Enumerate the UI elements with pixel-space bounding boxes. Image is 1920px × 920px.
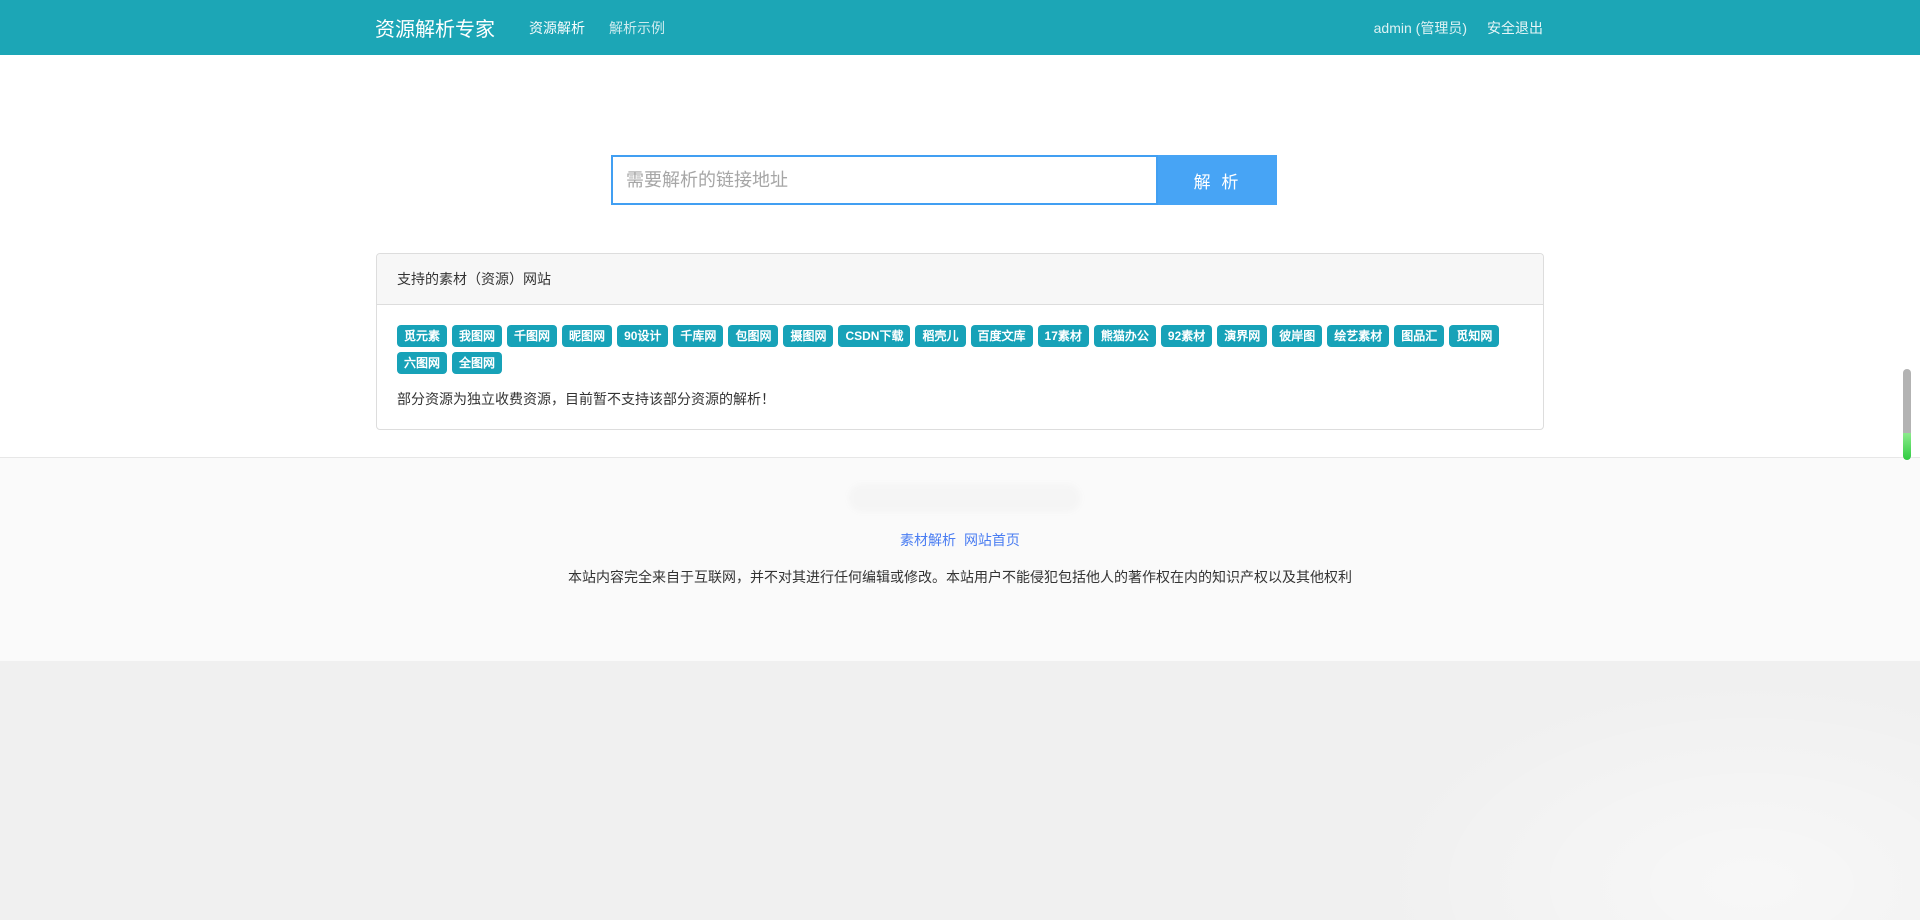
site-badge: 千图网	[507, 325, 557, 347]
logout-link[interactable]: 安全退出	[1477, 12, 1545, 44]
site-badge: 百度文库	[971, 325, 1033, 347]
footer-link-material-parse[interactable]: 素材解析	[900, 532, 956, 548]
site-badge: 彼岸图	[1272, 325, 1322, 347]
site-badge: 六图网	[397, 352, 447, 374]
site-badge: 稻壳儿	[915, 325, 965, 347]
footer-link-site-home[interactable]: 网站首页	[964, 532, 1020, 548]
nav-item-resource-parse[interactable]: 资源解析	[517, 12, 597, 44]
site-badge: 92素材	[1161, 325, 1212, 347]
site-badge: 昵图网	[562, 325, 612, 347]
site-badge: 包图网	[728, 325, 778, 347]
parse-search-bar: 解 析	[611, 55, 1277, 205]
site-badge: 绘艺素材	[1327, 325, 1389, 347]
footer-upper: 素材解析 网站首页 本站内容完全来自于互联网，并不对其进行任何编辑或修改。本站用…	[0, 457, 1920, 661]
scrollbar[interactable]	[1903, 369, 1911, 460]
site-badge: 我图网	[452, 325, 502, 347]
faint-watermark	[849, 484, 1081, 512]
site-badge: 千库网	[673, 325, 723, 347]
parse-url-input[interactable]	[611, 155, 1158, 205]
site-badge: 觅元素	[397, 325, 447, 347]
site-badge: 觅知网	[1449, 325, 1499, 347]
panel-body: 觅元素 我图网 千图网 昵图网 90设计 千库网 包图网 摄图网 CSDN下载 …	[377, 305, 1543, 429]
site-badge: 全图网	[452, 352, 502, 374]
footer-lower	[0, 661, 1920, 920]
paid-resource-note: 部分资源为独立收费资源，目前暂不支持该部分资源的解析！	[397, 389, 1523, 409]
site-badge: 熊猫办公	[1094, 325, 1156, 347]
site-badge: 摄图网	[783, 325, 833, 347]
panel-title: 支持的素材（资源）网站	[377, 254, 1543, 305]
site-badge: 演界网	[1217, 325, 1267, 347]
site-badge: CSDN下载	[838, 325, 910, 347]
site-badge: 90设计	[617, 325, 668, 347]
disclaimer-text: 本站内容完全来自于互联网，并不对其进行任何编辑或修改。本站用户不能侵犯包括他人的…	[0, 567, 1920, 587]
user-label: admin (管理员)	[1364, 12, 1477, 44]
main-content: 解 析 支持的素材（资源）网站 觅元素 我图网 千图网 昵图网 90设计 千库网…	[0, 55, 1920, 457]
navbar-container: 资源解析专家 资源解析 解析示例 admin (管理员) 安全退出	[375, 12, 1545, 44]
brand-title[interactable]: 资源解析专家	[375, 13, 495, 42]
parse-button[interactable]: 解 析	[1158, 155, 1277, 205]
supported-sites-panel: 支持的素材（资源）网站 觅元素 我图网 千图网 昵图网 90设计 千库网 包图网…	[376, 253, 1544, 430]
navbar: 资源解析专家 资源解析 解析示例 admin (管理员) 安全退出	[0, 0, 1920, 55]
corner-sheen	[1380, 680, 1920, 920]
site-badge: 17素材	[1038, 325, 1089, 347]
site-badge-list: 觅元素 我图网 千图网 昵图网 90设计 千库网 包图网 摄图网 CSDN下载 …	[397, 325, 1523, 374]
navbar-right: admin (管理员) 安全退出	[1364, 12, 1545, 44]
scrollbar-progress	[1903, 433, 1911, 460]
nav-item-parse-examples[interactable]: 解析示例	[597, 12, 677, 44]
site-badge: 图品汇	[1394, 325, 1444, 347]
